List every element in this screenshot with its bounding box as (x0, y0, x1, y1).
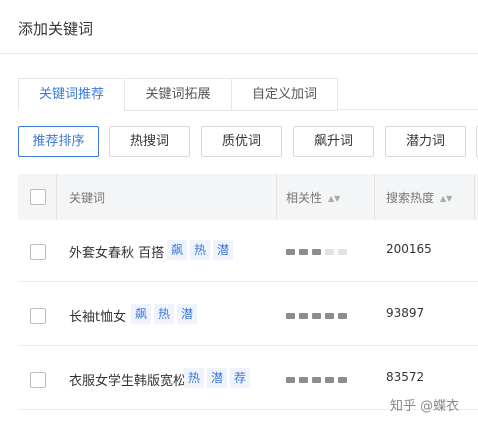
tag-badge: 热 (190, 240, 210, 260)
relevance-bar-segment (286, 313, 295, 319)
relevance-bar-segment (338, 249, 347, 255)
watermark: 知乎 @蝶衣 (390, 399, 460, 414)
relevance-bar-segment (325, 313, 334, 319)
relevance-bar-segment (286, 377, 295, 383)
tag-badge: 潜 (213, 240, 233, 260)
tab-custom-add[interactable]: 自定义加词 (231, 78, 338, 111)
keyword-tags: 飙热潜 (131, 304, 200, 324)
keyword-text: 衣服女学生韩版宽松 (69, 374, 187, 389)
relevance-bar-segment (312, 313, 321, 319)
column-header-heat[interactable]: 搜索热度 ▲▼ (386, 189, 452, 206)
row-checkbox[interactable] (30, 308, 46, 324)
relevance-bar-segment (338, 313, 347, 319)
column-divider (56, 174, 57, 220)
filter-quality[interactable]: 质优词 (201, 126, 282, 157)
relevance-bar-segment (299, 377, 308, 383)
relevance-bar-segment (299, 249, 308, 255)
table-row: 长袖t恤女 飙热潜 93897 (18, 284, 478, 346)
page-title: 添加关键词 (18, 20, 94, 38)
filter-bar: 推荐排序 热搜词 质优词 飙升词 潜力词 (0, 126, 478, 158)
column-divider (276, 174, 277, 220)
tag-badge: 荐 (230, 368, 250, 388)
relevance-bar-segment (338, 377, 347, 383)
relevance-bar-segment (325, 377, 334, 383)
select-all-checkbox[interactable] (30, 189, 46, 205)
table-row: 外套女春秋 百搭 飙热潜 200165 (18, 220, 478, 282)
column-header-keyword: 关键词 (69, 191, 106, 205)
column-divider (474, 174, 475, 220)
tab-keyword-expand[interactable]: 关键词拓展 (124, 78, 232, 111)
keyword-text: 外套女春秋 百搭 (69, 246, 165, 261)
tab-bar: 关键词推荐 关键词拓展 自定义加词 (18, 78, 478, 111)
tag-badge: 潜 (207, 368, 227, 388)
relevance-bar-segment (286, 249, 295, 255)
keyword-tags: 热潜荐 (184, 368, 253, 388)
relevance-bars (286, 313, 351, 319)
sort-icon[interactable]: ▲▼ (440, 194, 452, 203)
keyword-text: 长袖t恤女 (69, 310, 127, 325)
row-checkbox[interactable] (30, 244, 46, 260)
tab-keyword-recommend[interactable]: 关键词推荐 (18, 78, 125, 111)
search-heat-value: 200165 (386, 242, 432, 256)
filter-recommend-sort[interactable]: 推荐排序 (18, 126, 99, 157)
sort-icon[interactable]: ▲▼ (328, 194, 340, 203)
search-heat-value: 93897 (386, 306, 425, 320)
relevance-bars (286, 377, 351, 383)
search-heat-value: 83572 (386, 370, 425, 384)
filter-potential[interactable]: 潜力词 (385, 126, 466, 157)
keyword-tags: 飙热潜 (167, 240, 236, 260)
column-header-relevance[interactable]: 相关性 ▲▼ (286, 189, 340, 206)
row-checkbox[interactable] (30, 372, 46, 388)
relevance-bar-segment (312, 249, 321, 255)
tag-badge: 热 (154, 304, 174, 324)
tag-badge: 潜 (177, 304, 197, 324)
tag-badge: 飙 (131, 304, 151, 324)
column-divider (374, 174, 375, 220)
page-header: 添加关键词 (0, 0, 478, 54)
relevance-bar-segment (312, 377, 321, 383)
relevance-bars (286, 249, 351, 255)
relevance-bar-segment (325, 249, 334, 255)
relevance-bar-segment (299, 313, 308, 319)
filter-hot-search[interactable]: 热搜词 (109, 126, 190, 157)
tag-badge: 飙 (167, 240, 187, 260)
tag-badge: 热 (184, 368, 204, 388)
filter-rising[interactable]: 飙升词 (293, 126, 374, 157)
table-header: 关键词 相关性 ▲▼ 搜索热度 ▲▼ (18, 174, 478, 220)
